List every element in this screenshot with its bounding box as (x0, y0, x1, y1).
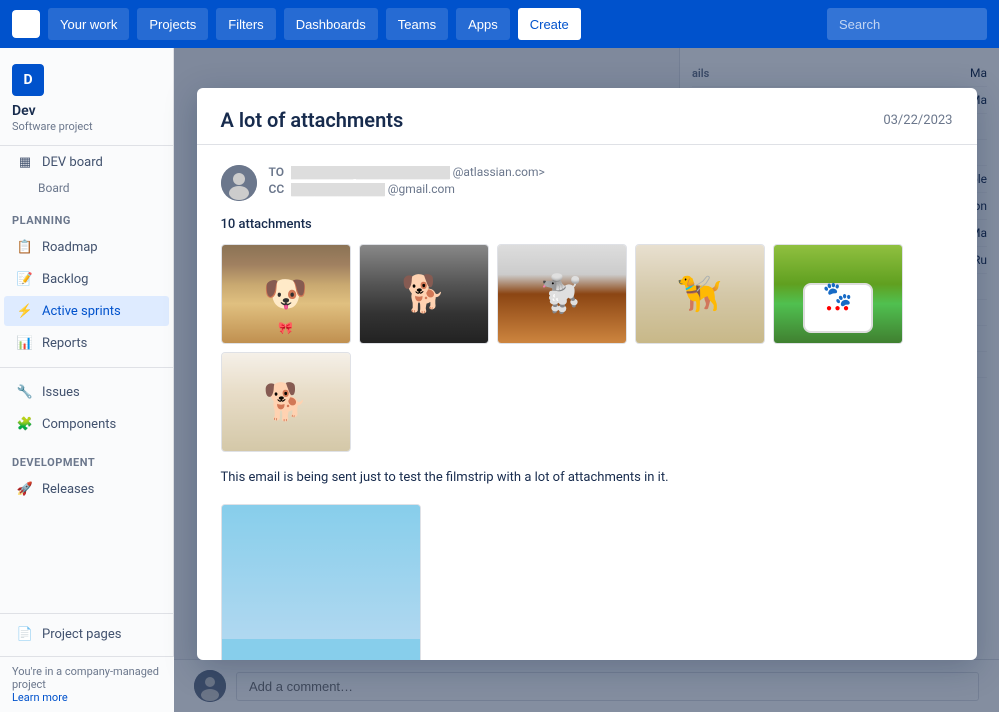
board-icon: ▦ (16, 153, 34, 171)
project-type: Software project (12, 120, 161, 133)
releases-icon: 🚀 (16, 480, 34, 498)
development-section-label: DEVELOPMENT (0, 440, 173, 473)
attachment-thumb-3[interactable]: 🐩 (497, 244, 627, 344)
sidebar-item-active-sprints[interactable]: ⚡ Active sprints (4, 296, 169, 326)
email-body-text: This email is being sent just to test th… (221, 468, 953, 488)
cc-value: @gmail.com (388, 182, 455, 196)
filmstrip-image[interactable]: 🐶 🐶 🐾 (221, 504, 421, 661)
dashboards-button[interactable]: Dashboards (284, 8, 378, 40)
apps-button[interactable]: Apps (456, 8, 510, 40)
roadmap-label: Roadmap (42, 240, 98, 255)
managed-project-banner: You're in a company-managed project Lear… (0, 656, 174, 712)
issues-icon: 🔧 (16, 383, 34, 401)
attachment-thumb-6[interactable]: 🐕 (221, 352, 351, 452)
active-sprints-label: Active sprints (42, 304, 121, 319)
sidebar-project: D Dev Software project (0, 48, 173, 146)
modal-title: A lot of attachments (221, 108, 404, 132)
teams-button[interactable]: Teams (386, 8, 448, 40)
components-icon: 🧩 (16, 415, 34, 433)
planning-section-label: PLANNING (0, 198, 173, 231)
sender-avatar (221, 165, 257, 201)
sidebar-item-reports[interactable]: 📊 Reports (4, 328, 169, 358)
sidebar-item-roadmap[interactable]: 📋 Roadmap (4, 232, 169, 262)
devboard-label: DEV board (42, 155, 103, 170)
modal-overlay: A lot of attachments 03/22/2023 TO (174, 48, 999, 712)
modal-header: A lot of attachments 03/22/2023 (197, 88, 977, 145)
sidebar-item-project-pages[interactable]: 📄 Project pages (4, 619, 169, 649)
active-sprints-icon: ⚡ (16, 302, 34, 320)
sidebar-item-backlog[interactable]: 📝 Backlog (4, 264, 169, 294)
issues-label: Issues (42, 385, 80, 400)
sidebar-item-releases[interactable]: 🚀 Releases (4, 474, 169, 504)
sidebar-item-components[interactable]: 🧩 Components (4, 409, 169, 439)
backlog-icon: 📝 (16, 270, 34, 288)
backlog-label: Backlog (42, 272, 88, 287)
projects-button[interactable]: Projects (137, 8, 208, 40)
cc-prefix: ████████████ (291, 183, 385, 196)
sidebar-item-devboard[interactable]: ▦ DEV board (4, 147, 169, 177)
project-name: Dev (12, 102, 161, 120)
email-fields: TO ████████ ████████████ @atlassian.com>… (269, 165, 953, 199)
to-prefix: ████████ ████████████ (291, 166, 450, 179)
project-pages-icon: 📄 (16, 625, 34, 643)
attachment-thumb-1[interactable]: 🐶 🎀 (221, 244, 351, 344)
cc-label: CC (269, 182, 285, 196)
your-work-button[interactable]: Your work (48, 8, 129, 40)
attachments-count: 10 attachments (221, 217, 953, 232)
filters-button[interactable]: Filters (216, 8, 275, 40)
search-input[interactable] (827, 8, 987, 40)
jira-logo[interactable] (12, 10, 40, 38)
top-navigation: Your work Projects Filters Dashboards Te… (0, 0, 999, 48)
sidebar-item-issues[interactable]: 🔧 Issues (4, 377, 169, 407)
learn-more-link[interactable]: Learn more (12, 691, 68, 704)
attachments-modal: A lot of attachments 03/22/2023 TO (197, 88, 977, 660)
create-button[interactable]: Create (518, 8, 581, 40)
planning-divider (0, 367, 173, 368)
modal-body: TO ████████ ████████████ @atlassian.com>… (197, 145, 977, 660)
email-meta: TO ████████ ████████████ @atlassian.com>… (221, 165, 953, 201)
reports-icon: 📊 (16, 334, 34, 352)
to-value: @atlassian.com> (453, 165, 545, 179)
attachments-grid: 🐶 🎀 🐕 🐩 (221, 244, 953, 452)
project-icon: D (12, 64, 44, 96)
email-to-row: TO ████████ ████████████ @atlassian.com> (269, 165, 953, 179)
reports-label: Reports (42, 336, 87, 351)
project-pages-label: Project pages (42, 627, 121, 642)
components-label: Components (42, 417, 116, 432)
to-label: TO (269, 165, 285, 179)
modal-date: 03/22/2023 (883, 113, 952, 128)
devboard-sub: Board (0, 178, 173, 198)
roadmap-icon: 📋 (16, 238, 34, 256)
attachment-thumb-2[interactable]: 🐕 (359, 244, 489, 344)
sidebar: D Dev Software project ▦ DEV board Board… (0, 48, 174, 712)
managed-text: You're in a company-managed project (12, 665, 159, 691)
releases-label: Releases (42, 482, 94, 497)
email-cc-row: CC ████████████ @gmail.com (269, 182, 953, 196)
attachment-thumb-4[interactable]: 🦮 (635, 244, 765, 344)
attachment-thumb-5[interactable]: ● ● ● 🐾 (773, 244, 903, 344)
